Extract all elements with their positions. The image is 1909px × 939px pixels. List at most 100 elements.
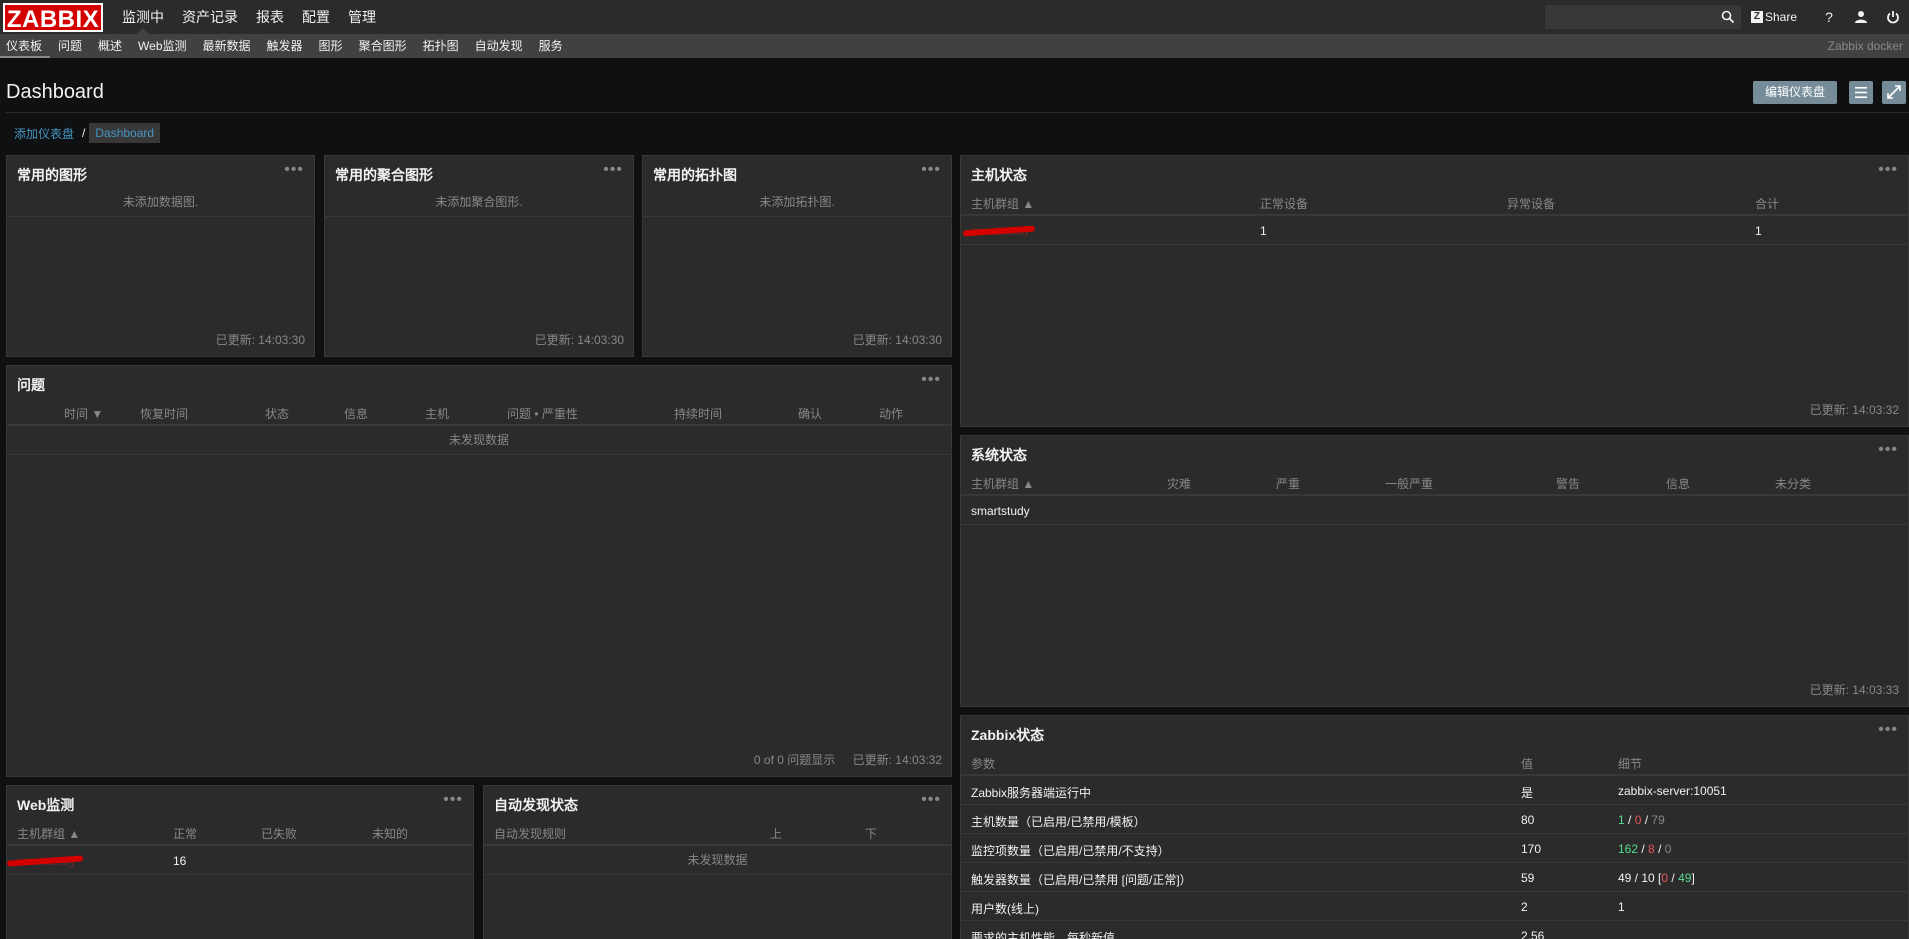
- zabbix-logo[interactable]: ZABBIX: [3, 2, 103, 33]
- host-status-widget: 主机状态 ••• 主机群组 ▲ 正常设备 异常设备 合计 smartstudy …: [960, 155, 1909, 427]
- widget-header: Web监测 •••: [7, 786, 473, 818]
- widget-menu-icon[interactable]: •••: [443, 791, 463, 809]
- help-icon[interactable]: ?: [1813, 0, 1845, 34]
- search-box: [1544, 5, 1741, 29]
- main-menu-configuration[interactable]: 配置: [293, 0, 339, 34]
- edit-dashboard-button[interactable]: 编辑仪表盘: [1753, 81, 1837, 104]
- fullscreen-button[interactable]: [1882, 81, 1906, 104]
- ok-count[interactable]: 16: [173, 854, 186, 868]
- column-status: 状态: [265, 407, 290, 421]
- sub-menu-services[interactable]: 服务: [531, 34, 571, 58]
- param-detail: 1 / 0 / 79: [1618, 813, 1665, 827]
- no-data-message: 未发现数据: [7, 426, 951, 455]
- column-disaster: 灾难: [1167, 477, 1192, 491]
- search-icon[interactable]: [1721, 10, 1735, 24]
- sub-menu-dashboard[interactable]: 仪表板: [0, 34, 51, 58]
- sub-menu-web[interactable]: Web监测: [130, 34, 194, 58]
- no-data-message: 未添加数据图.: [7, 188, 314, 217]
- updated-time: 已更新: 14:03:33: [1809, 683, 1899, 697]
- updated-time: 已更新: 14:03:32: [852, 753, 942, 767]
- detail-disabled: 8: [1648, 842, 1655, 856]
- column-high: 严重: [1276, 477, 1301, 491]
- table-header: 主机群组 ▲ 正常 已失败 未知的: [7, 818, 473, 846]
- widget-title: 主机状态: [971, 167, 1027, 183]
- dashboard-actions-button[interactable]: [1849, 81, 1873, 104]
- user-profile-icon[interactable]: [1845, 0, 1877, 34]
- sub-menu-discovery[interactable]: 自动发现: [467, 34, 531, 58]
- column-parameter: 参数: [971, 757, 996, 771]
- sub-menu-triggers[interactable]: 触发器: [259, 34, 311, 58]
- widget-footer: 0 of 0 问题显示 已更新: 14:03:32: [740, 751, 942, 768]
- sub-menu-problems[interactable]: 问题: [50, 34, 90, 58]
- discovery-status-widget: 自动发现状态 ••• 自动发现规则 上 下 未发现数据: [483, 785, 952, 939]
- breadcrumb-separator: /: [82, 126, 86, 140]
- table-row: smartstudy 16: [7, 846, 473, 875]
- search-input[interactable]: [1545, 6, 1716, 28]
- table-row: 监控项数量（已启用/已禁用/不支持） 170 162 / 8 / 0: [961, 834, 1908, 863]
- detail-prefix: 49 / 10 [: [1618, 871, 1662, 885]
- total-count: 1: [1755, 224, 1762, 238]
- main-menu-monitoring[interactable]: 监测中: [113, 0, 173, 34]
- favorite-graphs-widget: 常用的图形 ••• 未添加数据图. 已更新: 14:03:30: [6, 155, 315, 357]
- no-data-message: 未添加聚合图形.: [325, 188, 633, 217]
- main-menu-administration[interactable]: 管理: [339, 0, 385, 34]
- updated-time: 已更新: 14:03:32: [1809, 403, 1899, 417]
- column-host-group[interactable]: 主机群组 ▲: [971, 195, 1034, 212]
- share-button[interactable]: Z Share: [1750, 10, 1797, 24]
- table-header: 自动发现规则 上 下: [484, 818, 951, 846]
- column-unknown: 未知的: [372, 827, 409, 841]
- detail-ok: 49: [1678, 871, 1692, 885]
- breadcrumb-dashboards-link[interactable]: 添加仪表盘: [8, 125, 80, 142]
- widget-menu-icon[interactable]: •••: [603, 161, 623, 179]
- widget-menu-icon[interactable]: •••: [1878, 161, 1898, 179]
- sub-menu-maps[interactable]: 拓扑图: [415, 34, 467, 58]
- sub-menu-screens[interactable]: 聚合图形: [351, 34, 415, 58]
- detail-enabled: 162: [1618, 842, 1639, 856]
- sub-menu-graphs[interactable]: 图形: [311, 34, 351, 58]
- top-right-tools: Z Share ?: [1544, 0, 1909, 34]
- problem-count-label: 0 of 0 问题显示: [753, 753, 836, 767]
- column-ok: 正常设备: [1260, 197, 1309, 211]
- param-detail: 162 / 8 / 0: [1618, 842, 1672, 856]
- column-total: 合计: [1755, 197, 1780, 211]
- header-divider: [6, 112, 1909, 113]
- column-problem: 异常设备: [1507, 197, 1556, 211]
- favorite-maps-widget: 常用的拓扑图 ••• 未添加拓扑图. 已更新: 14:03:30: [642, 155, 952, 357]
- table-header: 主机群组 ▲ 正常设备 异常设备 合计: [961, 188, 1908, 216]
- sub-menu-overview[interactable]: 概述: [90, 34, 130, 58]
- sub-menu-latest-data[interactable]: 最新数据: [195, 34, 259, 58]
- main-menu-inventory[interactable]: 资产记录: [173, 0, 247, 34]
- host-group-link[interactable]: smartstudy: [971, 504, 1030, 518]
- column-time[interactable]: 时间 ▼: [64, 405, 103, 422]
- breadcrumb: 添加仪表盘 / Dashboard: [8, 123, 161, 143]
- widget-title: 自动发现状态: [494, 797, 578, 813]
- widget-menu-icon[interactable]: •••: [921, 161, 941, 179]
- detail-enabled: 1: [1618, 813, 1625, 827]
- widget-footer: 已更新: 14:03:33: [1796, 681, 1899, 698]
- column-host-group[interactable]: 主机群组 ▲: [971, 475, 1034, 492]
- column-discovery-rule: 自动发现规则: [494, 827, 567, 841]
- column-average: 一般严重: [1385, 477, 1434, 491]
- param-detail: 1: [1618, 900, 1625, 914]
- main-menu-reports[interactable]: 报表: [247, 0, 293, 34]
- system-status-widget: 系统状态 ••• 主机群组 ▲ 灾难 严重 一般严重 警告 信息 未分类 sma…: [960, 435, 1909, 707]
- share-icon: Z: [1750, 11, 1763, 23]
- widget-menu-icon[interactable]: •••: [921, 371, 941, 389]
- sign-out-icon[interactable]: [1877, 0, 1909, 34]
- widget-title: 系统状态: [971, 447, 1027, 463]
- detail-templates: 79: [1651, 813, 1665, 827]
- widget-header: 常用的聚合图形 •••: [325, 156, 633, 188]
- table-row: 要求的主机性能，每秒新值 2.56: [961, 921, 1908, 939]
- widget-menu-icon[interactable]: •••: [284, 161, 304, 179]
- column-host: 主机: [425, 407, 450, 421]
- widget-menu-icon[interactable]: •••: [1878, 721, 1898, 739]
- column-host-group[interactable]: 主机群组 ▲: [17, 825, 80, 842]
- widget-menu-icon[interactable]: •••: [921, 791, 941, 809]
- widget-menu-icon[interactable]: •••: [1878, 441, 1898, 459]
- table-row: smartstudy 1 1: [961, 216, 1908, 245]
- sub-navigation: 仪表板 问题 概述 Web监测 最新数据 触发器 图形 聚合图形 拓扑图 自动发…: [0, 34, 1909, 58]
- column-up: 上: [770, 827, 783, 841]
- breadcrumb-current[interactable]: Dashboard: [89, 123, 161, 143]
- widget-footer: 已更新: 14:03:30: [202, 331, 305, 348]
- column-warning: 警告: [1556, 477, 1581, 491]
